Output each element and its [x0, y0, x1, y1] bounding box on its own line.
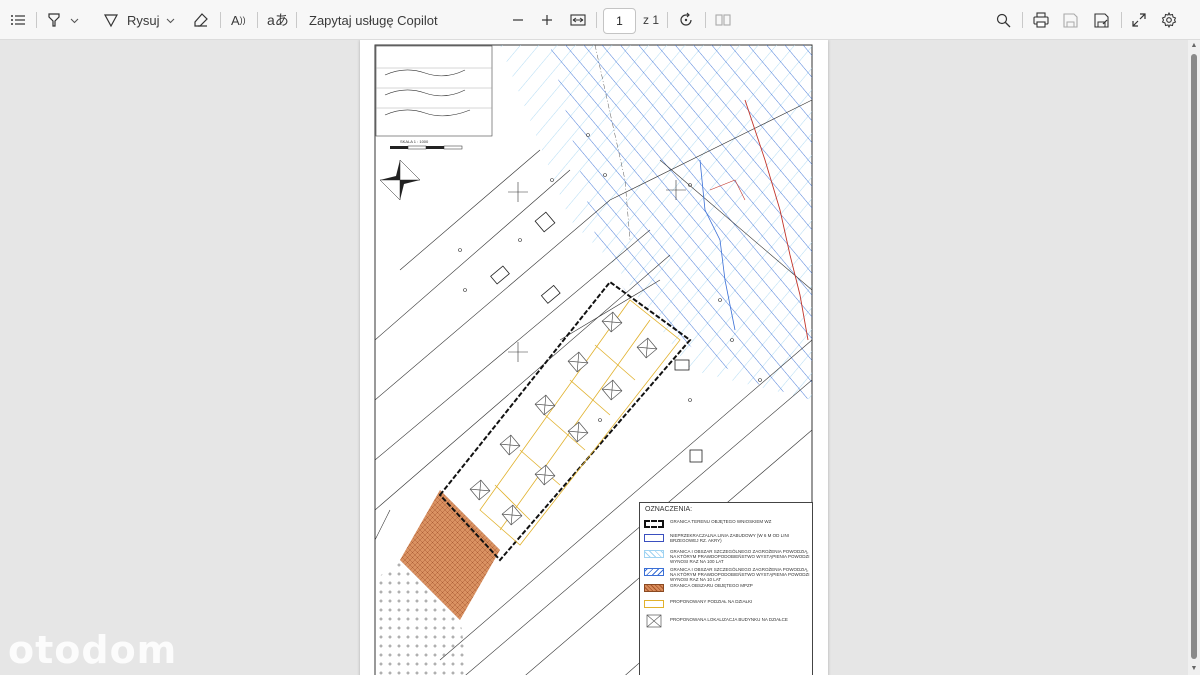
legend-item: NIEPRZEKRACZALNA LINIA ZABUDOWY (W 6 M O…: [644, 533, 812, 547]
save-as-icon[interactable]: [1094, 0, 1109, 40]
legend-item: PROPONOWANY PODZIAŁ NA DZIAŁKI: [644, 599, 812, 613]
legend-item: GRANICA I OBSZAR SZCZEGÓLNEGO ZAGROŻENIA…: [644, 549, 812, 565]
highlight-chevron-down-icon[interactable]: [70, 0, 79, 40]
legend-swatch-application-boundary: [644, 520, 664, 528]
scroll-down-icon[interactable]: ▼: [1190, 665, 1198, 673]
legend-item: GRANICA OBSZARU OBJĘTEGO MPZP: [644, 583, 812, 597]
legend-item: PROPONOWANA LOKALIZACJA BUDYNKU NA DZIAŁ…: [644, 613, 812, 629]
read-aloud-icon[interactable]: A)): [231, 0, 246, 40]
contents-icon[interactable]: [10, 0, 26, 40]
legend-swatch-flood-100: [644, 550, 664, 558]
pdf-page: SKALA 1 : 1000 OZNACZENIA: GRANICA TEREN…: [360, 40, 828, 675]
page-total: z 1: [643, 13, 660, 27]
legend-swatch-building: [646, 614, 662, 628]
scroll-thumb[interactable]: [1191, 54, 1197, 659]
zoom-in-icon[interactable]: [541, 0, 553, 40]
legend-swatch-flood-10: [644, 568, 664, 576]
legend-swatch-building-line: [644, 534, 664, 542]
draw-label: Rysuj: [127, 12, 160, 28]
print-icon[interactable]: [1033, 0, 1049, 40]
legend-swatch-parcels: [644, 600, 664, 608]
fit-width-icon[interactable]: [570, 0, 586, 40]
settings-gear-icon[interactable]: [1161, 0, 1177, 40]
legend-title: OZNACZENIA:: [645, 506, 693, 513]
scroll-up-icon[interactable]: ▲: [1190, 42, 1198, 50]
legend-item: GRANICA TERENU OBJĘTEGO WNIOSKIEM WZ: [644, 519, 812, 533]
translate-icon[interactable]: aあ: [267, 0, 289, 40]
stamp-box: [375, 45, 493, 137]
legend-box: OZNACZENIA: GRANICA TERENU OBJĘTEGO WNIO…: [639, 502, 813, 675]
copilot-label: Zapytaj usługę Copilot: [309, 12, 438, 28]
eraser-icon[interactable]: [193, 0, 209, 40]
legend-swatch-mpzp: [644, 584, 664, 592]
search-icon[interactable]: [996, 0, 1011, 40]
document-viewer[interactable]: SKALA 1 : 1000 OZNACZENIA: GRANICA TEREN…: [0, 40, 1188, 675]
proposed-buildings: [469, 311, 658, 526]
zoom-out-icon[interactable]: [512, 0, 524, 40]
vertical-scrollbar[interactable]: ▲ ▼: [1188, 40, 1200, 675]
highlight-icon[interactable]: [46, 0, 62, 40]
save-icon: [1063, 0, 1078, 40]
watermark-logo: otodom: [8, 628, 178, 672]
rotate-icon[interactable]: [678, 0, 694, 40]
page-current: 1: [616, 14, 623, 28]
scale-label: SKALA 1 : 1000: [400, 139, 429, 144]
page-number-input[interactable]: 1: [603, 8, 636, 34]
north-arrow-icon: [379, 159, 421, 201]
pdf-toolbar: Rysuj A)) aあ Zapytaj usługę Copilot 1 z …: [0, 0, 1200, 40]
fullscreen-icon[interactable]: [1132, 0, 1146, 40]
two-page-view-icon: [715, 0, 731, 40]
draw-chevron-down-icon[interactable]: [166, 0, 175, 40]
copilot-button[interactable]: Zapytaj usługę Copilot: [309, 0, 438, 40]
draw-button[interactable]: Rysuj: [103, 0, 160, 40]
legend-item: GRANICA I OBSZAR SZCZEGÓLNEGO ZAGROŻENIA…: [644, 567, 812, 583]
